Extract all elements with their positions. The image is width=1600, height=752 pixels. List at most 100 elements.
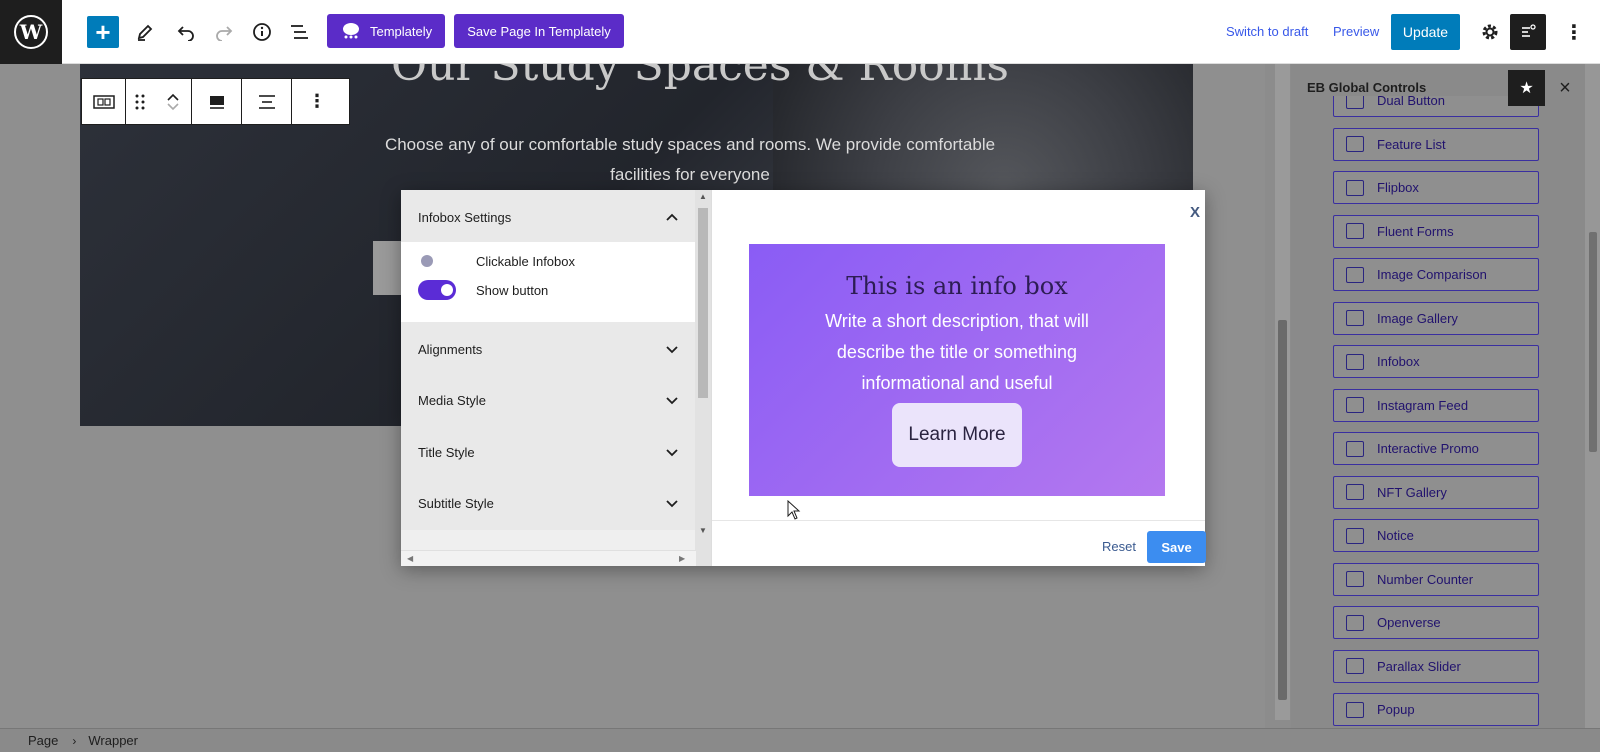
eb-global-controls-toggle[interactable] <box>1510 14 1546 50</box>
settings-horizontal-scrollbar[interactable]: ◀ ▶ <box>401 550 696 566</box>
undo-button[interactable] <box>170 16 202 48</box>
scroll-left-arrow-icon[interactable]: ◀ <box>407 554 413 563</box>
block-item-label: Flipbox <box>1377 180 1419 195</box>
clickable-infobox-row: Clickable Infobox <box>418 250 575 272</box>
close-sidebar-button[interactable]: × <box>1553 76 1577 100</box>
block-item-image-comparison[interactable]: Image Comparison <box>1333 258 1539 291</box>
block-item-instagram-feed[interactable]: Instagram Feed <box>1333 388 1539 422</box>
block-item-label: Image Comparison <box>1377 267 1487 282</box>
save-button[interactable]: Save <box>1147 531 1206 563</box>
block-item-fluent-forms[interactable]: Fluent Forms <box>1333 214 1539 248</box>
block-item-parallax-slider[interactable]: Parallax Slider <box>1333 649 1539 683</box>
block-item-image-gallery[interactable]: Image Gallery <box>1333 301 1539 335</box>
chevron-down-icon <box>666 449 678 457</box>
switch-to-draft-button[interactable]: Switch to draft <box>1226 24 1308 39</box>
close-icon: × <box>1559 76 1571 99</box>
close-modal-button[interactable]: X <box>1190 204 1200 221</box>
flipbox-icon <box>1346 179 1364 196</box>
panel-media-style[interactable]: Media Style <box>401 373 696 427</box>
panel-title-style[interactable]: Title Style <box>401 425 696 479</box>
save-page-in-templately-button[interactable]: Save Page In Templately <box>454 14 624 48</box>
reset-button[interactable]: Reset <box>1102 539 1136 554</box>
chevron-down-icon[interactable] <box>166 102 180 112</box>
sidebar-scrollbar[interactable] <box>1585 64 1600 728</box>
block-item-openverse[interactable]: Openverse <box>1333 606 1539 639</box>
sidebar-scrollbar-thumb[interactable] <box>1589 232 1597 452</box>
infobox-preview: This is an info box Write a short descri… <box>749 244 1165 496</box>
settings-scrollbar-thumb[interactable] <box>698 208 708 398</box>
wrapper-block-icon <box>92 94 115 109</box>
chevron-down-icon <box>666 397 678 405</box>
list-view-button[interactable] <box>283 16 315 48</box>
infobox-icon <box>1346 353 1364 370</box>
breadcrumb-item-wrapper[interactable]: Wrapper <box>88 733 138 748</box>
redo-button[interactable] <box>208 16 240 48</box>
scroll-right-arrow-icon[interactable]: ▶ <box>679 554 685 563</box>
update-button[interactable]: Update <box>1391 14 1460 50</box>
interactive-promo-icon <box>1346 440 1364 457</box>
block-item-infobox[interactable]: Infobox <box>1333 345 1539 378</box>
fluent-forms-icon <box>1346 223 1364 239</box>
edit-tool-button[interactable] <box>129 16 161 48</box>
canvas-scrollbar[interactable] <box>1275 64 1290 720</box>
undo-icon <box>177 26 194 41</box>
block-item-popup[interactable]: Popup <box>1333 693 1539 726</box>
settings-button[interactable] <box>1474 16 1506 48</box>
preview-button[interactable]: Preview <box>1333 24 1379 39</box>
pencil-icon <box>137 24 153 41</box>
infobox-title: This is an info box <box>846 272 1068 300</box>
clickable-infobox-toggle[interactable] <box>418 251 456 271</box>
chevron-down-icon <box>666 500 678 508</box>
list-view-icon <box>291 25 308 39</box>
block-item-label: Feature List <box>1377 136 1446 152</box>
editor-top-toolbar: W + Templately Save Page In Templately S… <box>0 0 1600 64</box>
canvas-scrollbar-thumb[interactable] <box>1278 320 1287 700</box>
block-options-button[interactable]: ⋮ <box>292 79 342 124</box>
learn-more-button[interactable]: Learn More <box>892 403 1022 467</box>
image-gallery-icon <box>1346 310 1364 326</box>
panel-subtitle-style[interactable]: Subtitle Style <box>401 476 696 530</box>
chevron-up-icon[interactable] <box>166 92 180 102</box>
block-item-flipbox[interactable]: Flipbox <box>1333 171 1539 204</box>
panel-label: Title Style <box>418 444 475 460</box>
image-comparison-icon <box>1346 266 1364 283</box>
hero-title[interactable]: Our Study Spaces & Rooms <box>320 64 1080 91</box>
block-item-feature-list[interactable]: Feature List <box>1333 127 1539 161</box>
details-button[interactable] <box>246 16 278 48</box>
block-item-label: Image Gallery <box>1377 310 1458 326</box>
block-item-notice[interactable]: Notice <box>1333 519 1539 552</box>
star-icon: ★ <box>1519 80 1534 97</box>
chevron-up-icon <box>666 213 678 221</box>
justify-button[interactable] <box>242 79 292 124</box>
block-item-label: Parallax Slider <box>1377 658 1461 674</box>
block-item-interactive-promo[interactable]: Interactive Promo <box>1333 432 1539 465</box>
instagram-feed-icon <box>1346 397 1364 413</box>
scroll-down-arrow-icon[interactable]: ▼ <box>699 526 707 535</box>
add-block-button[interactable]: + <box>87 16 119 48</box>
block-type-button[interactable] <box>82 79 126 124</box>
drag-handle[interactable] <box>126 79 154 124</box>
templately-button[interactable]: Templately <box>327 14 445 48</box>
block-item-nft-gallery[interactable]: NFT Gallery <box>1333 475 1539 509</box>
show-button-toggle[interactable] <box>418 280 456 300</box>
settings-panel: Infobox Settings Clickable Infobox Show … <box>401 190 712 566</box>
preview-panel: X This is an info box Write a short desc… <box>712 190 1206 566</box>
breadcrumb-item-page[interactable]: Page <box>28 733 58 748</box>
infobox-settings-modal: Infobox Settings Clickable Infobox Show … <box>401 190 1206 566</box>
chevron-right-icon: › <box>72 733 77 748</box>
scroll-up-arrow-icon[interactable]: ▲ <box>699 192 707 201</box>
more-vertical-icon: ⋮ <box>308 91 326 111</box>
settings-scrollbar[interactable]: ▲ ▼ <box>695 190 711 566</box>
align-button[interactable] <box>192 79 242 124</box>
wordpress-logo-button[interactable]: W <box>0 0 62 64</box>
hero-description[interactable]: Choose any of our comfortable study spac… <box>380 130 1000 190</box>
panel-alignments[interactable]: Alignments <box>401 322 696 376</box>
move-block-buttons[interactable] <box>154 79 192 124</box>
panel-infobox-settings[interactable]: Infobox Settings <box>401 190 696 244</box>
gear-icon <box>1482 24 1498 40</box>
block-item-number-counter[interactable]: Number Counter <box>1333 562 1539 596</box>
chevron-down-icon <box>666 346 678 354</box>
options-menu-button[interactable]: ⋮ <box>1558 16 1590 48</box>
wordpress-icon: W <box>14 15 48 49</box>
pin-sidebar-button[interactable]: ★ <box>1508 70 1545 106</box>
